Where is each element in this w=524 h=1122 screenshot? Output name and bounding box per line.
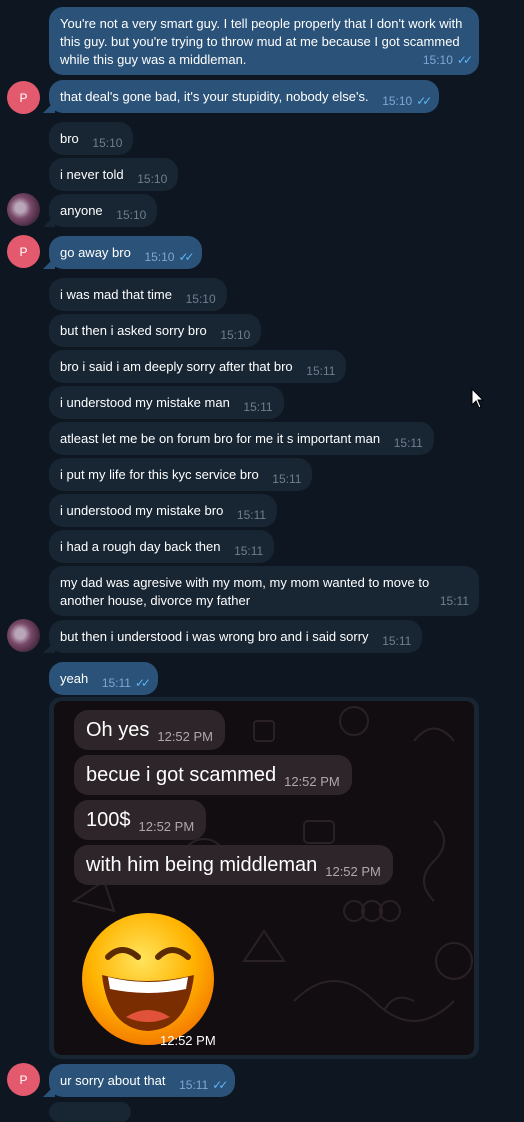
message-time: 15:10 xyxy=(116,208,147,222)
message-incoming[interactable]: atleast let me be on forum bro for me it… xyxy=(49,422,434,455)
screenshot-image[interactable]: Oh yes 12:52 PM becue i got scammed 12:52 … xyxy=(54,701,474,1055)
avatar[interactable] xyxy=(7,619,40,652)
message-time: 15:10 xyxy=(220,328,251,342)
photo-message[interactable]: Oh yes 12:52 PM becue i got scammed 12:52 … xyxy=(49,697,479,1059)
message-time: 15:11 xyxy=(382,634,412,648)
message-time: 15:11 ✓✓ xyxy=(179,1078,228,1092)
message-time: 15:11 xyxy=(393,436,423,450)
message-time: 15:11 xyxy=(234,544,264,558)
avatar[interactable]: P xyxy=(7,235,40,268)
message-incoming[interactable]: bro i said i am deeply sorry after that … xyxy=(49,350,347,383)
read-check-icon: ✓✓ xyxy=(212,1078,228,1092)
read-check-icon: ✓✓ xyxy=(456,53,473,67)
message-text: anyone xyxy=(60,203,103,218)
mouse-pointer-icon xyxy=(471,388,485,409)
message-outgoing[interactable]: yeah 15:11 ✓✓ xyxy=(49,662,159,695)
message-incoming[interactable]: but then i understood i was wrong bro an… xyxy=(49,620,423,653)
message-text: yeah xyxy=(60,671,89,686)
message-incoming[interactable]: bro 15:10 xyxy=(49,122,134,155)
emoji-time: 12:52 PM xyxy=(160,1033,216,1048)
message-incoming[interactable]: i never told 15:10 xyxy=(49,158,179,191)
message-outgoing[interactable]: ur sorry about that 15:11 ✓✓ xyxy=(49,1064,236,1097)
message-incoming[interactable]: my dad was agresive with my mom, my mom … xyxy=(49,566,479,616)
message-incoming[interactable]: i understood my mistake bro 15:11 xyxy=(49,494,278,527)
message-text: but then i asked sorry bro xyxy=(60,323,207,338)
message-time: 15:11 xyxy=(439,594,469,608)
message-time: 15:11 xyxy=(272,472,302,486)
message-incoming[interactable]: i put my life for this kyc service bro 1… xyxy=(49,458,313,491)
message-text: i put my life for this kyc service bro xyxy=(60,467,259,482)
message-text: i had a rough day back then xyxy=(60,539,221,554)
read-check-icon: ✓✓ xyxy=(134,676,151,690)
message-incoming[interactable]: anyone 15:10 xyxy=(49,194,158,227)
message-time: 15:10 xyxy=(185,292,216,306)
laughing-emoji-icon xyxy=(82,913,214,1045)
message-time: 15:10 xyxy=(92,136,123,150)
message-text: ur sorry about that xyxy=(60,1073,166,1088)
message-text: i understood my mistake bro xyxy=(60,503,224,518)
avatar[interactable]: P xyxy=(7,1063,40,1096)
message-text: atleast let me be on forum bro for me it… xyxy=(60,431,381,446)
message-time: 15:10 ✓✓ xyxy=(144,250,194,264)
message-incoming[interactable]: i understood my mistake man 15:11 xyxy=(49,386,284,419)
message-text: that deal's gone bad, it's your stupidit… xyxy=(60,89,369,104)
message-text: i understood my mistake man xyxy=(60,395,230,410)
avatar[interactable]: P xyxy=(7,81,40,114)
message-text: bro xyxy=(60,131,79,146)
message-text: You're not a very smart guy. I tell peop… xyxy=(60,16,463,67)
message-time: 15:11 xyxy=(306,364,336,378)
message-time: 15:10 xyxy=(137,172,168,186)
message-time: 15:10 ✓✓ xyxy=(422,53,473,67)
message-text: my dad was agresive with my mom, my mom … xyxy=(60,575,430,608)
screenshot-message: 100$ 12:52 PM xyxy=(74,800,207,840)
message-incoming[interactable]: i had a rough day back then 15:11 xyxy=(49,530,275,563)
screenshot-message: with him being middleman 12:52 PM xyxy=(74,845,393,885)
read-check-icon: ✓✓ xyxy=(416,94,432,108)
message-text: i was mad that time xyxy=(60,287,172,302)
message-outgoing[interactable]: You're not a very smart guy. I tell peop… xyxy=(49,7,479,75)
message-time: 15:10 ✓✓ xyxy=(382,94,432,108)
avatar[interactable] xyxy=(7,193,40,226)
message-incoming[interactable]: but then i asked sorry bro 15:10 xyxy=(49,314,262,347)
read-check-icon: ✓✓ xyxy=(178,250,194,264)
message-incoming[interactable]: i was mad that time 15:10 xyxy=(49,278,227,311)
screenshot-message: Oh yes 12:52 PM xyxy=(74,710,226,750)
message-outgoing[interactable]: go away bro 15:10 ✓✓ xyxy=(49,236,202,269)
message-text: bro i said i am deeply sorry after that … xyxy=(60,359,293,374)
message-time: 15:11 xyxy=(236,508,267,522)
message-text: but then i understood i was wrong bro an… xyxy=(60,629,369,644)
screenshot-message: becue i got scammed 12:52 PM xyxy=(74,755,352,795)
message-outgoing[interactable]: that deal's gone bad, it's your stupidit… xyxy=(49,80,440,113)
message-text: i never told xyxy=(60,167,124,182)
message-time: 15:11 ✓✓ xyxy=(101,676,151,690)
message-incoming-partial[interactable] xyxy=(49,1102,131,1122)
chat-history: You're not a very smart guy. I tell peop… xyxy=(0,0,524,1122)
message-time: 15:11 xyxy=(243,400,273,414)
message-text: go away bro xyxy=(60,245,131,260)
